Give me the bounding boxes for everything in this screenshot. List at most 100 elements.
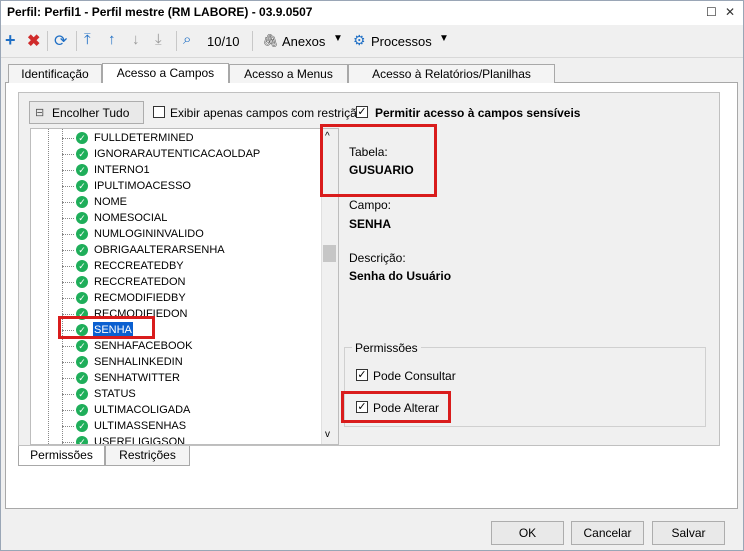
tree-item-label: SENHALINKEDIN bbox=[94, 356, 183, 368]
tree-item[interactable]: ✓ ULTIMACOLIGADA bbox=[31, 402, 321, 418]
check-circle-icon: ✓ bbox=[76, 196, 88, 208]
search-icon[interactable]: ⌕ bbox=[183, 31, 191, 48]
check-circle-icon: ✓ bbox=[76, 420, 88, 432]
tree-item[interactable]: ✓ SENHALINKEDIN bbox=[31, 354, 321, 370]
tab-acesso-campos[interactable]: Acesso a Campos bbox=[102, 63, 229, 83]
tab-identificacao[interactable]: Identificação bbox=[8, 64, 102, 83]
tree-item-label: ULTIMASSENHAS bbox=[94, 420, 187, 432]
paperclip-icon[interactable]: 🖇 bbox=[262, 33, 279, 49]
check-circle-icon: ✓ bbox=[76, 244, 88, 256]
highlight-pode-alterar bbox=[341, 391, 451, 423]
campo-value: SENHA bbox=[349, 217, 392, 231]
sensitive-access-checkbox[interactable]: ✓ bbox=[356, 106, 368, 118]
tree-item-label: FULLDETERMINED bbox=[94, 132, 194, 144]
tree-connector bbox=[62, 442, 74, 443]
tree-item-label: RECCREATEDBY bbox=[94, 260, 184, 272]
processos-button[interactable]: Processos bbox=[371, 34, 432, 49]
show-restricted-label: Exibir apenas campos com restrição bbox=[170, 106, 364, 120]
check-circle-icon: ✓ bbox=[76, 388, 88, 400]
save-button[interactable]: Salvar bbox=[652, 521, 725, 545]
tree-item[interactable]: ✓ RECMODIFIEDBY bbox=[31, 290, 321, 306]
tree-item-label: INTERNO1 bbox=[94, 164, 150, 176]
tree-connector bbox=[62, 378, 74, 379]
close-window-icon[interactable]: ✕ bbox=[725, 5, 735, 19]
tree-item[interactable]: ✓ OBRIGAALTERARSENHA bbox=[31, 242, 321, 258]
tree-item[interactable]: ✓ RECCREATEDBY bbox=[31, 258, 321, 274]
tree-item[interactable]: ✓ INTERNO1 bbox=[31, 162, 321, 178]
tree-item[interactable]: ✓ NOME bbox=[31, 194, 321, 210]
tree-connector bbox=[62, 250, 74, 251]
tree-connector bbox=[62, 170, 74, 171]
toolbar-separator bbox=[176, 31, 177, 51]
check-circle-icon: ✓ bbox=[76, 436, 88, 444]
scrollbar-thumb[interactable] bbox=[323, 245, 336, 262]
tree-item-label: NUMLOGININVALIDO bbox=[94, 228, 204, 240]
add-icon[interactable]: + bbox=[5, 30, 16, 51]
tree-connector bbox=[62, 282, 74, 283]
maximize-icon[interactable]: ☐ bbox=[706, 5, 717, 19]
last-record-icon[interactable]: ⤓ bbox=[155, 31, 162, 48]
tab-acesso-relatorios[interactable]: Acesso à Relatórios/Planilhas bbox=[348, 64, 555, 83]
gear-icon[interactable]: ⚙ bbox=[353, 32, 366, 49]
check-circle-icon: ✓ bbox=[76, 164, 88, 176]
tree-item[interactable]: ✓ NUMLOGININVALIDO bbox=[31, 226, 321, 242]
tree-connector bbox=[62, 410, 74, 411]
toolbar-separator bbox=[252, 31, 253, 51]
ok-button[interactable]: OK bbox=[491, 521, 564, 545]
anexos-button[interactable]: Anexos bbox=[282, 34, 325, 49]
next-record-icon[interactable]: ↓ bbox=[132, 31, 140, 48]
previous-record-icon[interactable]: ↑ bbox=[108, 31, 116, 48]
delete-icon[interactable]: ✖ bbox=[27, 31, 40, 51]
chevron-down-icon[interactable]: ▼ bbox=[439, 33, 449, 44]
cancel-button[interactable]: Cancelar bbox=[571, 521, 644, 545]
show-restricted-checkbox[interactable] bbox=[153, 106, 165, 118]
chevron-down-icon[interactable]: ▼ bbox=[333, 33, 343, 44]
tree-item-label: OBRIGAALTERARSENHA bbox=[94, 244, 225, 256]
tree-item-label: SENHAFACEBOOK bbox=[94, 340, 193, 352]
tree-item-label: STATUS bbox=[94, 388, 136, 400]
check-circle-icon: ✓ bbox=[76, 228, 88, 240]
check-circle-icon: ✓ bbox=[76, 276, 88, 288]
tree-connector bbox=[62, 362, 74, 363]
collapse-all-button[interactable]: ⊟ Encolher Tudo bbox=[29, 101, 144, 124]
tree-item[interactable]: ✓ ULTIMASSENHAS bbox=[31, 418, 321, 434]
tree-item[interactable]: ✓ NOMESOCIAL bbox=[31, 210, 321, 226]
toolbar-separator bbox=[47, 31, 48, 51]
pode-consultar-checkbox[interactable]: ✓ bbox=[356, 369, 368, 381]
refresh-icon[interactable]: ⟳ bbox=[54, 31, 67, 51]
check-circle-icon: ✓ bbox=[76, 356, 88, 368]
pode-consultar-label: Pode Consultar bbox=[373, 369, 456, 383]
descricao-label: Descrição: bbox=[349, 251, 406, 265]
tree-item[interactable]: ✓ FULLDETERMINED bbox=[31, 130, 321, 146]
tab-restricoes[interactable]: Restrições bbox=[105, 446, 190, 466]
check-circle-icon: ✓ bbox=[76, 260, 88, 272]
descricao-value: Senha do Usuário bbox=[349, 269, 452, 283]
scroll-down-icon[interactable]: v bbox=[325, 429, 330, 440]
window-title: Perfil: Perfil1 - Perfil mestre (RM LABO… bbox=[7, 5, 313, 19]
check-circle-icon: ✓ bbox=[76, 372, 88, 384]
tree-item[interactable]: ✓ RECCREATEDON bbox=[31, 274, 321, 290]
tree-connector bbox=[62, 298, 74, 299]
highlight-senha bbox=[58, 316, 155, 339]
tree-item[interactable]: ✓ STATUS bbox=[31, 386, 321, 402]
tree-item-label: RECMODIFIEDBY bbox=[94, 292, 186, 304]
tree-item[interactable]: ✓ IPULTIMOACESSO bbox=[31, 178, 321, 194]
tree-item[interactable]: ✓ USERELIGIGSON bbox=[31, 434, 321, 444]
first-record-icon[interactable]: ⤒ bbox=[84, 31, 91, 48]
check-circle-icon: ✓ bbox=[76, 132, 88, 144]
check-circle-icon: ✓ bbox=[76, 404, 88, 416]
permissions-group-label: Permissões bbox=[352, 341, 421, 355]
check-circle-icon: ✓ bbox=[76, 340, 88, 352]
tree-item[interactable]: ✓ IGNORARAUTENTICACAOLDAP bbox=[31, 146, 321, 162]
tree-item-label: IPULTIMOACESSO bbox=[94, 180, 191, 192]
tab-permissoes[interactable]: Permissões bbox=[18, 446, 105, 466]
tree-item[interactable]: ✓ SENHATWITTER bbox=[31, 370, 321, 386]
fields-tree[interactable]: ✓ FULLDETERMINED ✓ IGNORARAUTENTICACAOLDAP ✓… bbox=[30, 128, 339, 445]
tree-item-label: NOMESOCIAL bbox=[94, 212, 168, 224]
tree-item[interactable]: ✓ SENHAFACEBOOK bbox=[31, 338, 321, 354]
tree-item-label: RECCREATEDON bbox=[94, 276, 186, 288]
check-circle-icon: ✓ bbox=[76, 212, 88, 224]
tab-acesso-menus[interactable]: Acesso a Menus bbox=[229, 64, 348, 83]
tree-connector bbox=[62, 266, 74, 267]
tree-connector bbox=[62, 394, 74, 395]
